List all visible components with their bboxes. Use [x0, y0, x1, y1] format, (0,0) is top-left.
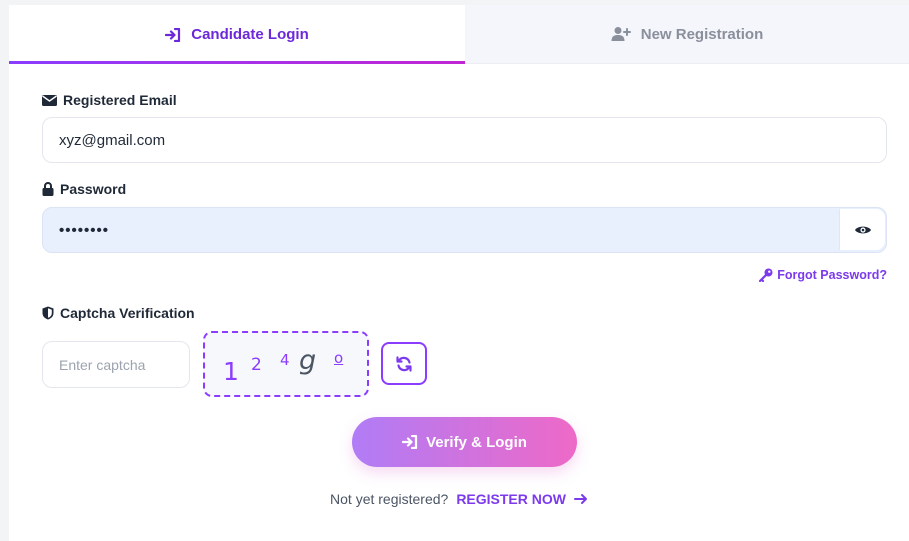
captcha-input[interactable]: Enter captcha [42, 341, 190, 388]
captcha-image: 1 2 4 g o [203, 331, 369, 397]
tab-candidate-login-label: Candidate Login [191, 26, 309, 43]
captcha-char: o [334, 349, 344, 367]
shield-icon [42, 306, 54, 320]
tab-new-registration-label: New Registration [640, 25, 764, 43]
tab-bar: Candidate Login New Registration [9, 5, 909, 64]
user-plus-icon [611, 27, 631, 41]
key-icon [759, 268, 773, 282]
email-value: xyz@gmail.com [59, 131, 166, 149]
captcha-char: g [299, 345, 317, 376]
tab-candidate-login[interactable]: Candidate Login [9, 5, 465, 64]
envelope-icon [42, 94, 57, 106]
password-label: Password [42, 181, 126, 197]
email-input[interactable]: xyz@gmail.com [42, 117, 887, 163]
password-input[interactable]: •••••••• [42, 207, 887, 253]
register-now-link[interactable]: REGISTER NOW [456, 491, 588, 507]
refresh-icon [396, 355, 412, 372]
forgot-password-link[interactable]: Forgot Password? [759, 268, 887, 282]
captcha-char: 4 [280, 351, 290, 369]
password-value: •••••••• [59, 221, 110, 239]
captcha-placeholder: Enter captcha [59, 356, 146, 373]
captcha-char: 2 [251, 355, 262, 375]
sign-in-icon [165, 27, 181, 42]
verify-login-label: Verify & Login [426, 433, 527, 451]
login-card: Candidate Login New Registration Registe… [9, 5, 909, 541]
captcha-char: 1 [223, 357, 239, 386]
verify-login-button[interactable]: Verify & Login [352, 417, 577, 467]
email-label: Registered Email [42, 92, 177, 108]
tab-new-registration[interactable]: New Registration [465, 5, 909, 64]
refresh-captcha-button[interactable] [381, 342, 427, 385]
toggle-password-visibility-button[interactable] [839, 209, 885, 250]
eye-icon [854, 226, 871, 233]
sign-in-icon [402, 435, 418, 449]
captcha-label: Captcha Verification [42, 305, 195, 321]
register-prompt: Not yet registered? REGISTER NOW [9, 491, 909, 507]
arrow-right-icon [573, 494, 587, 504]
lock-icon [42, 182, 54, 196]
register-prompt-text: Not yet registered? [330, 491, 449, 507]
